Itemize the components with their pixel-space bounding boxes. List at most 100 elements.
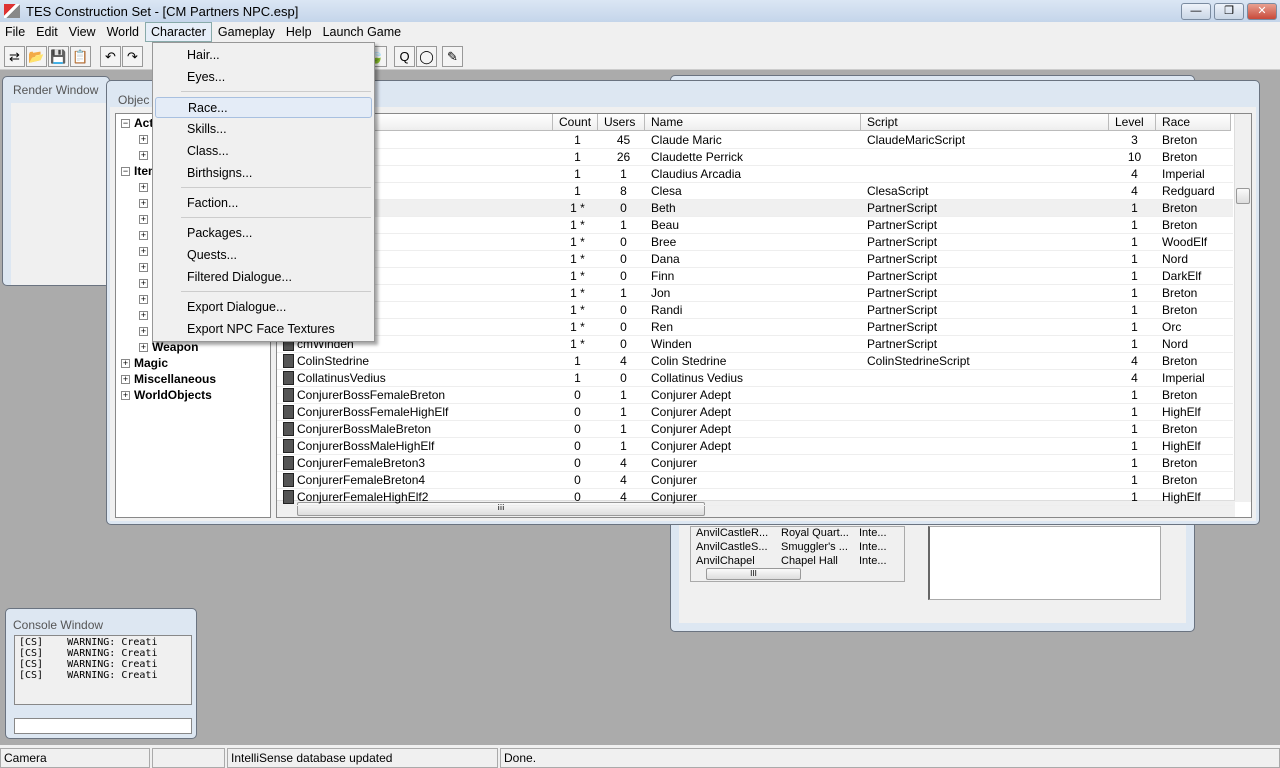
table-row[interactable]: 1 * 1 Jon PartnerScript 1 Breton bbox=[277, 285, 1233, 302]
cell-list-item[interactable]: AnvilCastleR... bbox=[696, 527, 768, 539]
tree-node[interactable]: + bbox=[139, 260, 152, 274]
menu-item-export-npc-face-textures[interactable]: Export NPC Face Textures bbox=[155, 319, 372, 340]
expand-icon[interactable]: + bbox=[139, 247, 148, 256]
cell-list-item[interactable]: Royal Quart... bbox=[781, 527, 849, 539]
expand-icon[interactable]: + bbox=[121, 375, 130, 384]
table-row[interactable]: ConjurerBossFemaleHighElf 0 1 Conjurer Adep… bbox=[277, 404, 1233, 421]
column-header-race[interactable]: Race bbox=[1156, 114, 1231, 131]
table-row[interactable]: 1 * 1 Beau PartnerScript 1 Breton bbox=[277, 217, 1233, 234]
menu-item-race[interactable]: Race... bbox=[155, 97, 372, 118]
table-row[interactable]: ConjurerBossMaleBreton 0 1 Conjurer Adept 1 B… bbox=[277, 421, 1233, 438]
save-icon[interactable]: 💾 bbox=[48, 46, 69, 67]
menu-launch-game[interactable]: Launch Game bbox=[318, 23, 407, 41]
tree-node[interactable]: + bbox=[139, 212, 152, 226]
table-row[interactable]: 1 * 0 Randi PartnerScript 1 Breton bbox=[277, 302, 1233, 319]
column-header-count[interactable]: Count bbox=[553, 114, 598, 131]
cell-list-item[interactable]: AnvilChapel bbox=[696, 555, 755, 567]
expand-icon[interactable]: + bbox=[139, 263, 148, 272]
tree-node[interactable]: + bbox=[139, 292, 152, 306]
column-header-script[interactable]: Script bbox=[861, 114, 1109, 131]
tree-node[interactable]: + bbox=[139, 196, 152, 210]
tree-node[interactable]: + WorldObjects bbox=[121, 388, 212, 402]
menu-world[interactable]: World bbox=[102, 23, 144, 41]
restore-button[interactable]: ❐ bbox=[1214, 3, 1244, 20]
cell-list-item[interactable]: Inte... bbox=[859, 555, 887, 567]
menu-item-eyes[interactable]: Eyes... bbox=[155, 67, 372, 88]
tree-node[interactable]: + Magic bbox=[121, 356, 168, 370]
expand-icon[interactable]: + bbox=[139, 343, 148, 352]
tree-node[interactable]: + bbox=[139, 244, 152, 258]
menu-item-faction[interactable]: Faction... bbox=[155, 193, 372, 214]
menu-character[interactable]: Character bbox=[145, 22, 212, 42]
tree-node[interactable]: + Weapon bbox=[139, 340, 198, 354]
tree-node[interactable]: + bbox=[139, 228, 152, 242]
expand-icon[interactable]: + bbox=[139, 327, 148, 336]
data-files-icon[interactable]: ⇄ bbox=[4, 46, 25, 67]
table-row[interactable]: ConjurerFemaleBreton4 0 4 Conjurer 1 Breton bbox=[277, 472, 1233, 489]
menu-item-packages[interactable]: Packages... bbox=[155, 223, 372, 244]
cell-list-item[interactable]: Inte... bbox=[859, 541, 887, 553]
menu-item-class[interactable]: Class... bbox=[155, 141, 372, 162]
expand-icon[interactable]: + bbox=[139, 151, 148, 160]
column-header-level[interactable]: Level bbox=[1109, 114, 1156, 131]
cell-list-item[interactable]: AnvilCastleS... bbox=[696, 541, 768, 553]
table-row[interactable]: 1 26 Claudette Perrick 10 Breton bbox=[277, 149, 1233, 166]
expand-icon[interactable]: + bbox=[139, 311, 148, 320]
tree-node[interactable]: + Miscellaneous bbox=[121, 372, 216, 386]
table-row[interactable]: ConjurerFemaleBreton3 0 4 Conjurer 1 Breton bbox=[277, 455, 1233, 472]
preferences-icon[interactable]: 📋 bbox=[70, 46, 91, 67]
menu-item-filtered-dialogue[interactable]: Filtered Dialogue... bbox=[155, 267, 372, 288]
menu-item-hair[interactable]: Hair... bbox=[155, 45, 372, 66]
open-icon[interactable]: 📂 bbox=[26, 46, 47, 67]
cell-list-hscroll[interactable]: III bbox=[706, 568, 801, 580]
menu-file[interactable]: File bbox=[0, 23, 30, 41]
menu-item-birthsigns[interactable]: Birthsigns... bbox=[155, 163, 372, 184]
table-row[interactable]: ColinStedrine 1 4 Colin Stedrine ColinStedri… bbox=[277, 353, 1233, 370]
dialogue-icon[interactable]: ◯ bbox=[416, 46, 437, 67]
table-row[interactable]: 1 * 0 Dana PartnerScript 1 Nord bbox=[277, 251, 1233, 268]
tree-node[interactable]: + bbox=[139, 132, 152, 146]
table-row[interactable]: CollatinusVedius 1 0 Collatinus Vedius 4 Impe… bbox=[277, 370, 1233, 387]
expand-icon[interactable]: + bbox=[139, 135, 148, 144]
expand-icon[interactable]: + bbox=[121, 359, 130, 368]
tree-node[interactable]: + bbox=[139, 276, 152, 290]
tree-node[interactable]: + bbox=[139, 180, 152, 194]
menu-edit[interactable]: Edit bbox=[31, 23, 63, 41]
cell-list-item[interactable]: Inte... bbox=[859, 527, 887, 539]
table-row[interactable]: 1 8 Clesa ClesaScript 4 Redguard bbox=[277, 183, 1233, 200]
tree-node[interactable]: + bbox=[139, 148, 152, 162]
table-row[interactable]: ConjurerBossMaleHighElf 0 1 Conjurer Adept 1… bbox=[277, 438, 1233, 455]
column-header-name[interactable]: Name bbox=[645, 114, 861, 131]
table-row[interactable]: 1 1 Claudius Arcadia 4 Imperial bbox=[277, 166, 1233, 183]
cell-object-list[interactable] bbox=[928, 526, 1161, 600]
cell-list-item[interactable]: Smuggler's ... bbox=[781, 541, 848, 553]
expand-icon[interactable]: + bbox=[139, 231, 148, 240]
expand-icon[interactable]: + bbox=[139, 183, 148, 192]
console-input[interactable] bbox=[14, 718, 192, 734]
quest-icon[interactable]: Q bbox=[394, 46, 415, 67]
table-row[interactable]: cmWinden 1 * 0 Winden PartnerScript 1 Nord bbox=[277, 336, 1233, 353]
menu-help[interactable]: Help bbox=[281, 23, 317, 41]
expand-icon[interactable]: + bbox=[121, 391, 130, 400]
expand-icon[interactable]: + bbox=[139, 295, 148, 304]
menu-view[interactable]: View bbox=[64, 23, 101, 41]
expand-icon[interactable]: + bbox=[139, 215, 148, 224]
column-header-users[interactable]: Users bbox=[598, 114, 645, 131]
table-row[interactable]: 1 45 Claude Maric ClaudeMaricScript 3 Breton bbox=[277, 132, 1233, 149]
collapse-icon[interactable]: − bbox=[121, 119, 130, 128]
minimize-button[interactable]: — bbox=[1181, 3, 1211, 20]
close-button[interactable]: ✕ bbox=[1247, 3, 1277, 20]
cell-list[interactable]: AnvilCastleR... Royal Quart... Inte... Anvi… bbox=[690, 526, 905, 582]
expand-icon[interactable]: + bbox=[139, 279, 148, 288]
cell-list-item[interactable]: Chapel Hall bbox=[781, 555, 838, 567]
table-row[interactable]: 1 * 0 Finn PartnerScript 1 DarkElf bbox=[277, 268, 1233, 285]
object-list[interactable]: III Count Users Name Script Level Race 1 45 Clau… bbox=[276, 113, 1252, 518]
collapse-icon[interactable]: − bbox=[121, 167, 130, 176]
menu-item-export-dialogue[interactable]: Export Dialogue... bbox=[155, 297, 372, 318]
table-row[interactable]: 1 * 0 Ren PartnerScript 1 Orc bbox=[277, 319, 1233, 336]
menu-gameplay[interactable]: Gameplay bbox=[213, 23, 280, 41]
menu-item-skills[interactable]: Skills... bbox=[155, 119, 372, 140]
undo-icon[interactable]: ↶ bbox=[100, 46, 121, 67]
table-row[interactable]: 1 * 0 Beth PartnerScript 1 Breton bbox=[277, 200, 1233, 217]
menu-item-quests[interactable]: Quests... bbox=[155, 245, 372, 266]
